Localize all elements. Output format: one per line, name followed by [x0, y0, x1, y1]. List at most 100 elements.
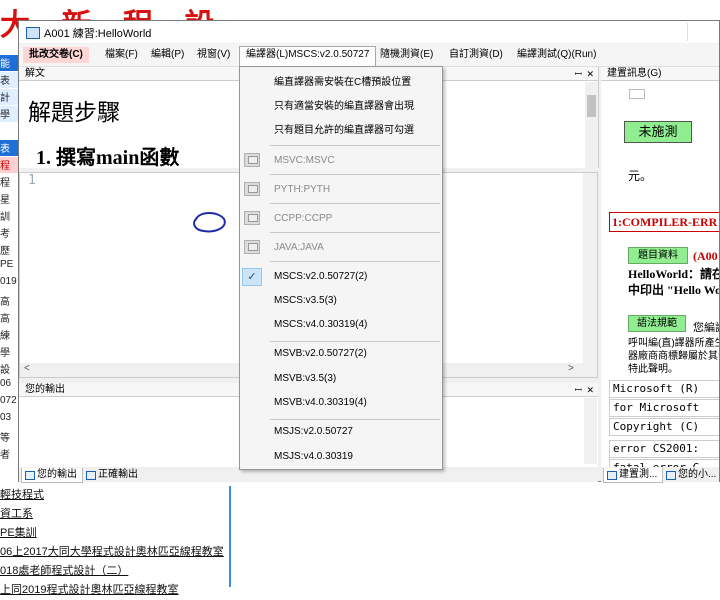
compile-error-badge: 1:COMPILER-ERR [609, 212, 719, 232]
site-nav-cell[interactable]: 能 [0, 55, 18, 72]
compiler-option-label: 編直譯器需安裝在C槽預設位置 [274, 77, 412, 88]
compiler-option[interactable]: MSJS:v2.0.50727 [240, 422, 442, 442]
site-nav-cell[interactable]: 072 [0, 395, 18, 412]
site-link[interactable]: 上同2019程式設計奧林匹亞線程教室 [0, 581, 232, 600]
scroll-right-icon[interactable]: > [568, 363, 574, 374]
compiler-option[interactable]: ✓ MSCS:v2.0.50727(2) [240, 267, 442, 287]
compiler-option[interactable]: 編直譯器需安裝在C槽預設位置 [240, 69, 442, 89]
site-nav-cell[interactable]: 等 [0, 429, 18, 446]
compiler-option-label: MSCS:v3.5(3) [274, 295, 337, 306]
right-tab[interactable]: 建置測... [603, 468, 664, 483]
compiler-option-label: MSCS:v2.0.50727(2) [274, 271, 368, 282]
site-nav-cell[interactable]: 訓 [0, 208, 18, 225]
compiler-option: PYTH:PYTH [240, 180, 442, 200]
compiler-option[interactable]: MSVB:v2.0.50727(2) [240, 344, 442, 364]
compiler-output-line: Microsoft (R) [609, 380, 719, 398]
tab-icon [25, 471, 35, 480]
status-button[interactable]: 未施測 [624, 121, 692, 143]
build-messages-panel: 建置訊息(G) 未施測 1詞 元。 1:COMPILER-ERR 題目資料 (A… [601, 67, 719, 467]
tab-label: 建置測... [619, 469, 658, 480]
compiler-option[interactable]: MSCS:v4.0.30319(4) [240, 315, 442, 335]
yuan-text: 元。 [628, 169, 653, 183]
site-nav-cell[interactable]: 06 [0, 378, 18, 395]
compiler-icon [244, 153, 260, 167]
compiler-option[interactable]: MSJS:v4.0.30319 [240, 447, 442, 467]
pin-icon[interactable]: ꟷ [575, 67, 582, 81]
site-nav-cell[interactable]: 者 [0, 446, 18, 463]
site-nav-cell[interactable]: 練 [0, 327, 18, 344]
site-nav-cell[interactable]: 表 [0, 140, 18, 157]
compiler-option[interactable]: 只有適當安裝的編直譯器會出現 [240, 93, 442, 113]
tab-your-output[interactable]: 您的輸出 [21, 468, 83, 483]
compiler-option-label: PYTH:PYTH [274, 184, 331, 195]
compiler-option[interactable]: MSVB:v3.5(3) [240, 369, 442, 389]
syntax-rules-button[interactable]: 語法規範 [628, 315, 686, 332]
menu-separator [270, 419, 440, 420]
right-tab[interactable]: 您的小... [663, 468, 720, 482]
menu-item[interactable]: 自訂測資(D) [443, 47, 509, 63]
site-nav-cell[interactable]: 高 [0, 293, 18, 310]
checkmark-icon: ✓ [242, 268, 262, 286]
compiler-option-label: MSJS:v4.0.30319 [274, 451, 353, 462]
doc-scroll-thumb[interactable] [587, 95, 596, 117]
close-icon[interactable]: ✕ [586, 67, 594, 81]
site-link[interactable]: 輕技程式 [0, 486, 232, 505]
site-nav-cell[interactable]: 學 [0, 106, 18, 123]
site-nav-cell[interactable]: 高 [0, 310, 18, 327]
close-icon[interactable]: ✕ [586, 383, 594, 397]
line-number: 1 [28, 173, 36, 188]
site-nav-cell[interactable] [0, 123, 18, 140]
menu-item[interactable]: 編輯(P) [145, 47, 190, 63]
menu-item[interactable]: 視窗(V) [191, 47, 236, 63]
site-nav-cell[interactable]: 星 [0, 191, 18, 208]
menu-item[interactable]: 隨機測資(E) [374, 47, 439, 63]
pin-icon[interactable]: ꟷ [575, 383, 582, 397]
site-nav-cell[interactable]: 019 [0, 276, 18, 293]
site-link[interactable]: 資工系 [0, 505, 232, 524]
menu-item[interactable]: 檔案(F) [99, 47, 144, 63]
compiler-option-label: 只有題目允許的編直譯器可勾選 [274, 125, 414, 136]
compiler-option[interactable]: MSCS:v3.5(3) [240, 291, 442, 311]
tab-label: 您的小... [678, 469, 717, 480]
compiler-option[interactable]: MSVB:v4.0.30319(4) [240, 393, 442, 413]
site-link[interactable]: PE集訓 [0, 524, 232, 543]
app-icon [26, 27, 40, 39]
title-bar[interactable]: A001 練習:HelloWorld [19, 21, 719, 43]
site-nav-cell[interactable]: 程 [0, 157, 18, 174]
compiler-option-label: MSVB:v2.0.50727(2) [274, 348, 367, 359]
site-nav-cell[interactable]: 計 [0, 89, 18, 106]
menu-item[interactable]: 批改交卷(C) [23, 47, 89, 63]
window-controls[interactable] [687, 23, 720, 41]
site-nav-cell[interactable]: 考 [0, 225, 18, 242]
site-nav-cell[interactable]: 歷 [0, 242, 18, 259]
menu-item[interactable]: 編譯測試(Q)(Run) [511, 47, 602, 63]
tab-correct-output[interactable]: 正確輸出 [83, 468, 143, 482]
collapse-icon[interactable] [629, 89, 645, 99]
problem-desc-line2: 中印出 "Hello World [628, 283, 719, 297]
output-panel-title: 您的輸出 [25, 384, 65, 395]
site-nav-cell[interactable]: 學 [0, 344, 18, 361]
compiler-option[interactable]: 只有題目允許的編直譯器可勾選 [240, 117, 442, 137]
output-scrollbar[interactable] [584, 398, 597, 464]
editor-vertical-scrollbar[interactable] [583, 173, 597, 363]
site-nav-cell[interactable]: 設 [0, 361, 18, 378]
compiler-output-line: fatal error C [609, 459, 719, 467]
site-nav-cell[interactable]: 03 [0, 412, 18, 429]
site-link[interactable]: 018處老師程式設計（二） [0, 562, 232, 581]
site-nav-cell[interactable]: 程 [0, 174, 18, 191]
scroll-left-icon[interactable]: < [24, 363, 30, 374]
problem-info-button[interactable]: 題目資料 [628, 247, 688, 264]
menu-separator [270, 174, 440, 175]
site-nav-cell[interactable]: PE [0, 259, 18, 276]
tab-icon [607, 471, 617, 480]
doc-heading: 解題步驟 [28, 100, 120, 125]
compiler-option-label: JAVA:JAVA [274, 242, 324, 253]
site-nav-cell[interactable]: 表 [0, 72, 18, 89]
site-link[interactable]: 06上2017大同大學程式設計奧林匹亞線程教室 [0, 543, 232, 562]
compiler-option-label: MSJS:v2.0.50727 [274, 426, 353, 437]
compiler-option-label: MSVB:v4.0.30319(4) [274, 397, 367, 408]
tab-label: 正確輸出 [98, 469, 138, 480]
build-panel-title: 建置訊息(G) [607, 68, 662, 79]
right-tab-strip: 建置測... 您的小... [601, 468, 720, 483]
menu-item[interactable]: 編譯器(L)MSCS:v2.0.50727 [239, 46, 377, 66]
